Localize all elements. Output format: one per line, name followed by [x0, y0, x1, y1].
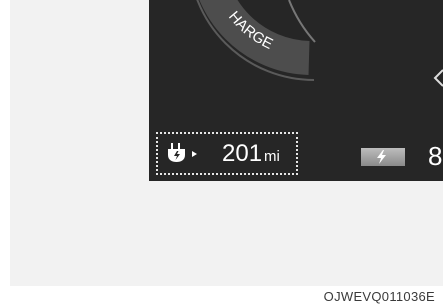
charge-badge	[361, 148, 405, 166]
range-unit: mi	[264, 148, 280, 165]
right-arrow-icon	[433, 69, 443, 87]
lightning-icon	[377, 150, 386, 164]
instrument-cluster-display: HARGE 201 mi 8	[149, 0, 443, 181]
partial-value: 8	[428, 141, 443, 171]
gauge-needle-edge	[288, 0, 316, 43]
ev-plug-icon	[168, 143, 197, 162]
range-value: 201	[222, 140, 263, 167]
range-highlight-box: 201 mi	[156, 132, 298, 175]
figure-caption: OJWEVQ011036E	[323, 289, 435, 304]
